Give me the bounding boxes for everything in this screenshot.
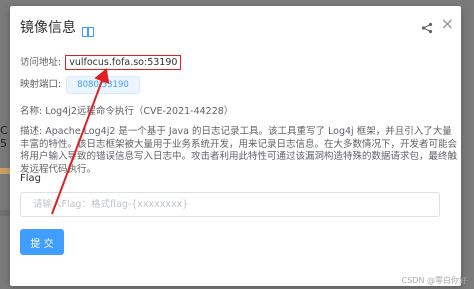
access-address-label: 访问地址: [20, 57, 62, 68]
book-icon[interactable] [82, 22, 94, 37]
flag-label: Flag [20, 173, 42, 184]
flag-input[interactable] [20, 192, 440, 217]
submit-button[interactable]: 提 交 [20, 229, 64, 255]
access-address-link[interactable]: vulfocus.fofa.so:53190 [65, 55, 182, 70]
port-mapping-label: 映射端口: [20, 79, 62, 90]
image-name: 名称: Log4j2远程命令执行（CVE-2021-44228） [20, 106, 234, 117]
watermark: CSDN @零白你好 [401, 276, 467, 285]
access-address-row: 访问地址: vulfocus.fofa.so:53190 [20, 54, 182, 70]
image-description: 描述: Apache Log4j2 是一个基于 Java 的日志记录工具。该工具… [20, 126, 458, 175]
image-info-dialog: 镜像信息 × 访问地址: vulfocus.fofa.so:53190 映射端口… [10, 6, 461, 286]
port-mapping-tag: 8080:53190 [66, 76, 140, 94]
background-partial-text: C [0, 124, 8, 137]
share-icon[interactable] [421, 19, 433, 34]
close-icon[interactable]: × [441, 16, 454, 32]
dialog-header: 镜像信息 [20, 16, 94, 38]
background-partial-text: 5 [0, 137, 7, 150]
dialog-title: 镜像信息 [20, 20, 76, 36]
port-mapping-row: 映射端口: 8080:53190 [20, 76, 140, 94]
